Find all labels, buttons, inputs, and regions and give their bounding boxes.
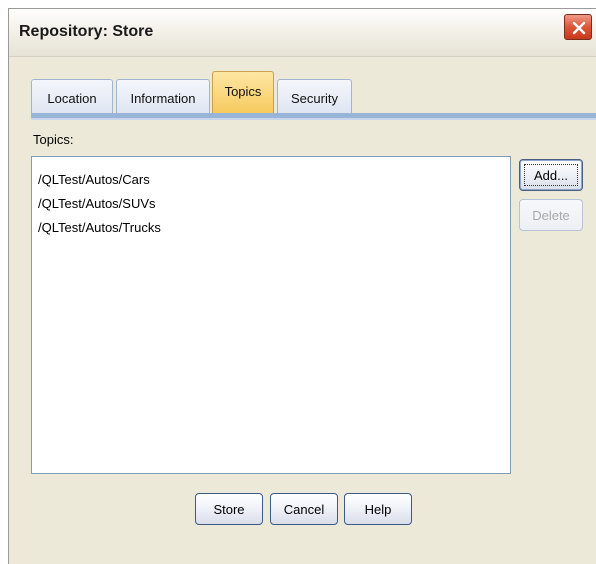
topics-list[interactable]: /QLTest/Autos/Cars /QLTest/Autos/SUVs /Q… bbox=[31, 156, 511, 474]
title-bar: Repository: Store bbox=[9, 9, 596, 57]
tab-label: Information bbox=[130, 91, 196, 106]
tab-topics[interactable]: Topics bbox=[212, 71, 274, 114]
list-item[interactable]: /QLTest/Autos/Trucks bbox=[38, 220, 161, 235]
list-item[interactable]: /QLTest/Autos/Cars bbox=[38, 172, 150, 187]
cancel-button-label: Cancel bbox=[283, 502, 325, 517]
window-title: Repository: Store bbox=[19, 23, 154, 40]
tab-location[interactable]: Location bbox=[31, 79, 113, 113]
close-icon bbox=[572, 21, 586, 35]
store-button-label: Store bbox=[213, 502, 245, 517]
focus-ring bbox=[524, 164, 578, 186]
tab-label: Topics bbox=[224, 84, 262, 99]
delete-button-label: Delete bbox=[532, 208, 570, 223]
store-button[interactable]: Store bbox=[195, 493, 263, 525]
tab-information[interactable]: Information bbox=[116, 79, 210, 113]
tab-label: Location bbox=[47, 91, 97, 106]
list-item[interactable]: /QLTest/Autos/SUVs bbox=[38, 196, 156, 211]
dialog-window: Repository: Store Location Information T… bbox=[8, 8, 596, 564]
tab-label: Security bbox=[291, 91, 338, 106]
help-button[interactable]: Help bbox=[344, 493, 412, 525]
help-button-label: Help bbox=[364, 502, 392, 517]
tab-security[interactable]: Security bbox=[277, 79, 352, 113]
add-button[interactable]: Add... bbox=[519, 159, 583, 191]
close-button[interactable] bbox=[564, 14, 592, 40]
tab-strip-highlight bbox=[31, 118, 596, 120]
delete-button[interactable]: Delete bbox=[519, 199, 583, 231]
topics-label: Topics: bbox=[33, 132, 74, 147]
cancel-button[interactable]: Cancel bbox=[270, 493, 338, 525]
